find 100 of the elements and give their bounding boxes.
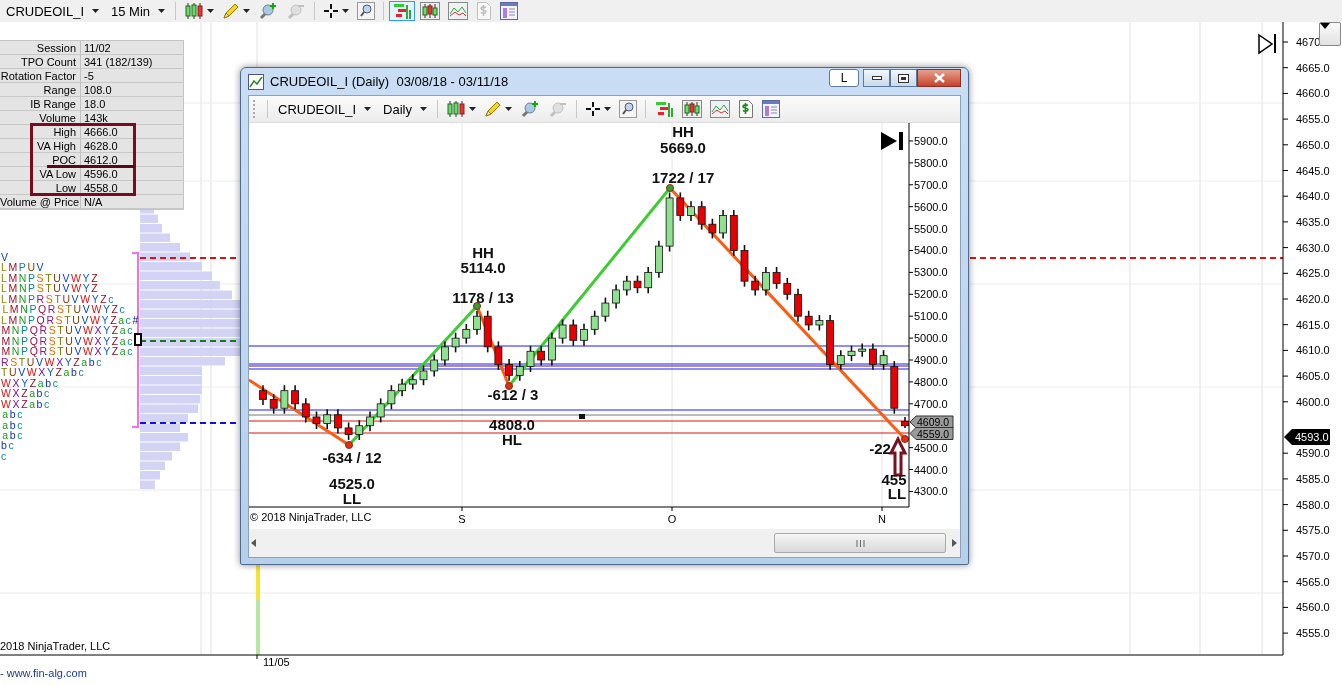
axis-label: 4620.0 [1296, 293, 1330, 305]
swing-label: 5114.0 [460, 259, 506, 276]
axis-label: 4570.0 [1296, 550, 1330, 562]
axis-label: 4600.0 [1296, 395, 1330, 408]
swing-label: HH [472, 244, 494, 261]
swing-label: 4808.0 [489, 416, 535, 433]
swing-label: -634 / 12 [322, 449, 382, 466]
axis-label: 4640.0 [1296, 190, 1330, 203]
axis-label: 4665.0 [1296, 61, 1330, 74]
swing-label: HL [502, 431, 522, 448]
interval-dropdown[interactable]: Daily [378, 99, 432, 119]
axis-label: 4580.0 [1296, 498, 1330, 511]
stat-value: 341 (182/139) [81, 55, 184, 69]
swing-label: 1178 / 13 [452, 289, 514, 306]
symbol-dropdown[interactable]: CRUDEOIL_I [273, 99, 377, 119]
stat-label: Rotation Factor [0, 69, 81, 83]
copyright-text: © 2018 NinjaTrader, LLC [250, 511, 372, 523]
axis-label: 5700.0 [914, 178, 948, 191]
tpo-row: WXZabc [1, 387, 51, 400]
last-price-tag: 4593.0 [1284, 429, 1330, 445]
axis-label: 4565.0 [1296, 575, 1330, 588]
link-button[interactable]: L [829, 69, 859, 87]
axis-label: 4610.0 [1296, 344, 1330, 357]
axis-label: 4625.0 [1296, 267, 1330, 280]
swing-label: 455 [881, 471, 907, 488]
axis-label: 5500.0 [914, 222, 948, 235]
axis-label: 4800.0 [914, 375, 948, 388]
stat-value: 4558.0 [81, 181, 184, 195]
stat-label: IB Range [0, 97, 81, 111]
tpo-row: c [1, 449, 8, 462]
axis-label: 5000.0 [914, 332, 948, 345]
axis-label: 4635.0 [1296, 215, 1330, 228]
swing-label: 5669.0 [660, 139, 706, 156]
stat-value: 108.0 [81, 83, 184, 97]
axis-label: 5300.0 [914, 266, 948, 279]
swing-label: LL [342, 490, 362, 507]
stat-value: 4628.0 [81, 139, 184, 153]
stat-label: Range [0, 83, 81, 97]
axis-label: 4630.0 [1296, 241, 1330, 254]
copyright-text: 2018 NinjaTrader, LLC [0, 640, 111, 652]
axis-label: 4605.0 [1296, 370, 1330, 383]
stat-label: Volume [0, 111, 81, 125]
swing-label: HH [672, 123, 694, 140]
stat-value: 4666.0 [81, 125, 184, 139]
axis-label: 4615.0 [1296, 318, 1330, 331]
symbol-dropdown[interactable]: CRUDEOIL_I [1, 1, 105, 21]
axis-label: 4400.0 [914, 463, 948, 476]
axis-label: 4555.0 [1296, 627, 1330, 640]
tpo-row: abc [2, 418, 25, 431]
axis-label: 4660.0 [1296, 87, 1330, 100]
stat-value: 11/02 [81, 41, 184, 55]
tpo-row: LMNPRSTUVWYZc [1, 292, 116, 305]
price-tag: 4559.0 [909, 427, 954, 440]
axis-label: 4300.0 [914, 485, 948, 498]
tpo-row: V [1, 251, 10, 263]
axis-label: O [667, 513, 677, 525]
axis-label: 5800.0 [914, 156, 948, 169]
tpo-row: bc [1, 439, 16, 452]
window-title: CRUDEOIL_I (Daily) 03/08/18 - 03/11/18 [270, 74, 509, 89]
swing-label: LL [887, 485, 907, 502]
axis-label: 5100.0 [914, 310, 948, 323]
tpo-row: TUVWXYZabc [1, 366, 86, 379]
axis-label: 4560.0 [1296, 601, 1330, 614]
axis-label: S [458, 513, 466, 525]
tpo-row: abc [2, 408, 25, 421]
axis-label: 4900.0 [914, 354, 948, 366]
tpo-row: MNPQRSTUVWXYZac [1, 345, 135, 358]
axis-label: 4655.0 [1296, 113, 1330, 126]
axis-label: 4585.0 [1296, 472, 1330, 485]
stat-label: VA High [0, 139, 81, 153]
stat-value: N/A [81, 195, 184, 209]
axis-label: 5200.0 [914, 288, 948, 301]
website-text: - www.fin-alg.com [0, 667, 87, 679]
swing-label: 4525.0 [329, 475, 375, 492]
swing-label: 1722 / 17 [651, 169, 715, 186]
axis-label: 5900.0 [914, 134, 948, 147]
axis-label: 4645.0 [1296, 164, 1330, 177]
axis-label: N [878, 513, 886, 525]
tpo-row: LMPUV [1, 261, 46, 274]
tpo-row: WXYZabc [1, 376, 60, 389]
stat-label: TPO Count [0, 55, 81, 69]
stat-value: 18.0 [81, 97, 184, 111]
tpo-row: LMNPSTUVWYZ [1, 282, 100, 295]
stat-value: 143k [81, 111, 184, 125]
axis-label: 4575.0 [1296, 524, 1330, 537]
stat-label: High [0, 125, 81, 139]
axis-label: 4700.0 [914, 397, 948, 410]
axis-label: 5600.0 [914, 200, 948, 213]
axis-label: 4590.0 [1296, 447, 1330, 460]
stat-label: Low [0, 181, 81, 195]
swing-label: -612 / 3 [487, 386, 539, 403]
tpo-row: abc [2, 429, 25, 441]
tpo-row: LMNPQRSTUVWYZc [2, 303, 127, 316]
interval-dropdown[interactable]: 15 Min [106, 1, 171, 21]
tpo-row: LMNPSTUVWYZ [1, 271, 100, 284]
tpo-row: WXZabc [1, 397, 51, 410]
axis-label: 4650.0 [1296, 138, 1330, 151]
price-tag: 4609.0 [909, 415, 954, 429]
stat-value: -5 [81, 69, 184, 83]
swing-label: -22 [869, 440, 891, 457]
